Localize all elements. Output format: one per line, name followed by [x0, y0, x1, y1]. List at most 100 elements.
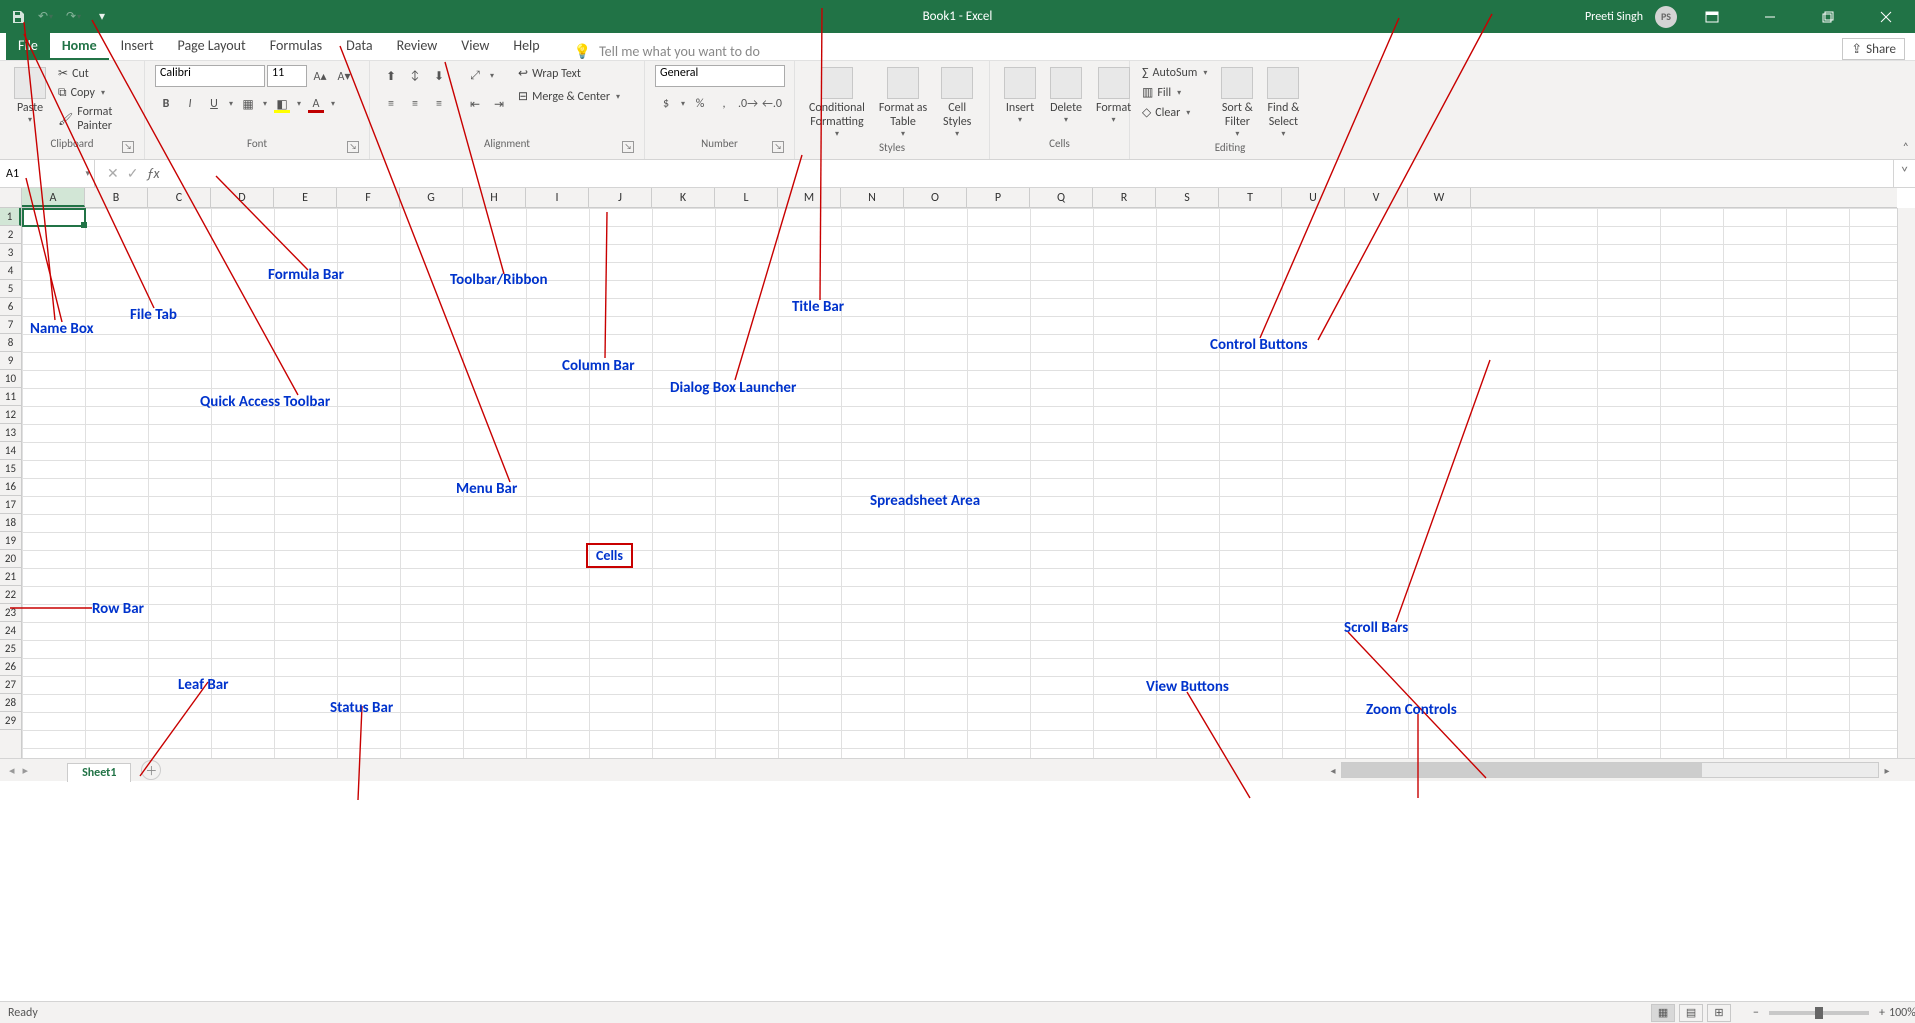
conditional-formatting-button[interactable]: Conditional Formatting▾: [805, 65, 869, 141]
tab-formulas[interactable]: Formulas: [258, 32, 334, 60]
row-header-21[interactable]: 21: [0, 568, 21, 586]
find-select-button[interactable]: Find & Select▾: [1263, 65, 1303, 141]
col-header-F[interactable]: F: [337, 188, 400, 207]
col-header-B[interactable]: B: [85, 188, 148, 207]
fill-color-button[interactable]: ◧: [271, 93, 293, 115]
sort-filter-button[interactable]: Sort & Filter▾: [1217, 65, 1257, 141]
number-format-select[interactable]: General: [655, 65, 785, 87]
select-all-corner[interactable]: [0, 188, 22, 208]
copy-button[interactable]: ⧉Copy▾: [56, 85, 134, 101]
cut-button[interactable]: ✂Cut: [56, 65, 134, 82]
tab-help[interactable]: Help: [501, 32, 551, 60]
tab-review[interactable]: Review: [385, 32, 450, 60]
new-sheet-button[interactable]: ＋: [141, 760, 161, 780]
tab-view[interactable]: View: [449, 32, 501, 60]
minimize-button[interactable]: [1747, 0, 1793, 33]
format-cells-button[interactable]: Format▾: [1092, 65, 1135, 127]
vertical-scrollbar[interactable]: [1897, 208, 1915, 758]
bold-button[interactable]: B: [155, 93, 177, 115]
cell-grid[interactable]: [22, 208, 1897, 758]
zoom-level[interactable]: 100%: [1889, 1006, 1907, 1020]
row-header-28[interactable]: 28: [0, 694, 21, 712]
undo-icon[interactable]: ↶▾: [38, 9, 54, 25]
cancel-formula-icon[interactable]: ✕: [107, 165, 119, 182]
sheet-tab-1[interactable]: Sheet1: [67, 763, 131, 782]
formula-input[interactable]: [172, 160, 1893, 187]
row-header-18[interactable]: 18: [0, 514, 21, 532]
hscroll-right-icon[interactable]: ▸: [1879, 764, 1895, 777]
increase-indent-icon[interactable]: ⇥: [488, 93, 510, 115]
zoom-out-button[interactable]: −: [1753, 1006, 1759, 1020]
fill-button[interactable]: ▥Fill▾: [1140, 84, 1211, 101]
name-box[interactable]: A1▾: [0, 160, 95, 187]
collapse-ribbon-icon[interactable]: ˄: [1903, 141, 1909, 155]
col-header-L[interactable]: L: [715, 188, 778, 207]
maximize-button[interactable]: [1805, 0, 1851, 33]
decrease-decimal-icon[interactable]: ←.0: [761, 93, 783, 115]
col-header-U[interactable]: U: [1282, 188, 1345, 207]
tab-home[interactable]: Home: [50, 32, 109, 60]
redo-icon[interactable]: ↷▾: [66, 9, 82, 25]
zoom-in-button[interactable]: +: [1879, 1006, 1885, 1020]
align-top-icon[interactable]: ⬆: [380, 65, 402, 87]
row-header-24[interactable]: 24: [0, 622, 21, 640]
col-header-S[interactable]: S: [1156, 188, 1219, 207]
italic-button[interactable]: I: [179, 93, 201, 115]
col-header-T[interactable]: T: [1219, 188, 1282, 207]
dialog-launcher-font[interactable]: ↘: [347, 141, 359, 153]
percent-format-icon[interactable]: %: [689, 93, 711, 115]
col-header-W[interactable]: W: [1408, 188, 1471, 207]
row-header-25[interactable]: 25: [0, 640, 21, 658]
zoom-slider[interactable]: [1769, 1011, 1869, 1015]
align-right-icon[interactable]: ≡: [428, 93, 450, 115]
row-header-23[interactable]: 23: [0, 604, 21, 622]
row-header-14[interactable]: 14: [0, 442, 21, 460]
user-avatar[interactable]: PS: [1655, 6, 1677, 28]
row-header-12[interactable]: 12: [0, 406, 21, 424]
row-header-11[interactable]: 11: [0, 388, 21, 406]
row-header-29[interactable]: 29: [0, 712, 21, 730]
share-button[interactable]: ⇪ Share: [1842, 38, 1905, 60]
align-bottom-icon[interactable]: ⬇: [428, 65, 450, 87]
col-header-D[interactable]: D: [211, 188, 274, 207]
accounting-format-icon[interactable]: $: [655, 93, 677, 115]
col-header-V[interactable]: V: [1345, 188, 1408, 207]
clear-button[interactable]: ◇Clear▾: [1140, 104, 1211, 121]
row-header-13[interactable]: 13: [0, 424, 21, 442]
col-header-Q[interactable]: Q: [1030, 188, 1093, 207]
borders-button[interactable]: ▦: [237, 93, 259, 115]
decrease-font-icon[interactable]: A▾: [333, 65, 355, 87]
row-header-9[interactable]: 9: [0, 352, 21, 370]
col-header-P[interactable]: P: [967, 188, 1030, 207]
font-name-select[interactable]: Calibri: [155, 65, 265, 87]
autosum-button[interactable]: ∑AutoSum▾: [1140, 65, 1211, 81]
hscroll-left-icon[interactable]: ◂: [1325, 764, 1341, 777]
view-normal-button[interactable]: ▦: [1651, 1004, 1675, 1022]
col-header-K[interactable]: K: [652, 188, 715, 207]
dialog-launcher-number[interactable]: ↘: [772, 141, 784, 153]
row-header-26[interactable]: 26: [0, 658, 21, 676]
align-left-icon[interactable]: ≡: [380, 93, 402, 115]
insert-cells-button[interactable]: Insert▾: [1000, 65, 1040, 127]
row-header-5[interactable]: 5: [0, 280, 21, 298]
comma-format-icon[interactable]: ,: [713, 93, 735, 115]
align-center-icon[interactable]: ≡: [404, 93, 426, 115]
delete-cells-button[interactable]: Delete▾: [1046, 65, 1086, 127]
orientation-icon[interactable]: ⤢: [464, 65, 486, 87]
dialog-launcher-alignment[interactable]: ↘: [622, 141, 634, 153]
fx-icon[interactable]: ƒx: [146, 165, 159, 182]
tab-data[interactable]: Data: [334, 32, 384, 60]
row-header-10[interactable]: 10: [0, 370, 21, 388]
format-as-table-button[interactable]: Format as Table▾: [875, 65, 931, 141]
col-header-C[interactable]: C: [148, 188, 211, 207]
col-header-O[interactable]: O: [904, 188, 967, 207]
horizontal-scrollbar[interactable]: ◂ ▸: [1325, 761, 1895, 779]
col-header-A[interactable]: A: [22, 188, 85, 207]
view-page-break-button[interactable]: ⊞: [1707, 1004, 1731, 1022]
col-header-J[interactable]: J: [589, 188, 652, 207]
increase-font-icon[interactable]: A▴: [309, 65, 331, 87]
col-header-N[interactable]: N: [841, 188, 904, 207]
tell-me[interactable]: 💡 Tell me what you want to do: [574, 43, 760, 60]
tab-page-layout[interactable]: Page Layout: [166, 32, 258, 60]
increase-decimal-icon[interactable]: .0→: [737, 93, 759, 115]
